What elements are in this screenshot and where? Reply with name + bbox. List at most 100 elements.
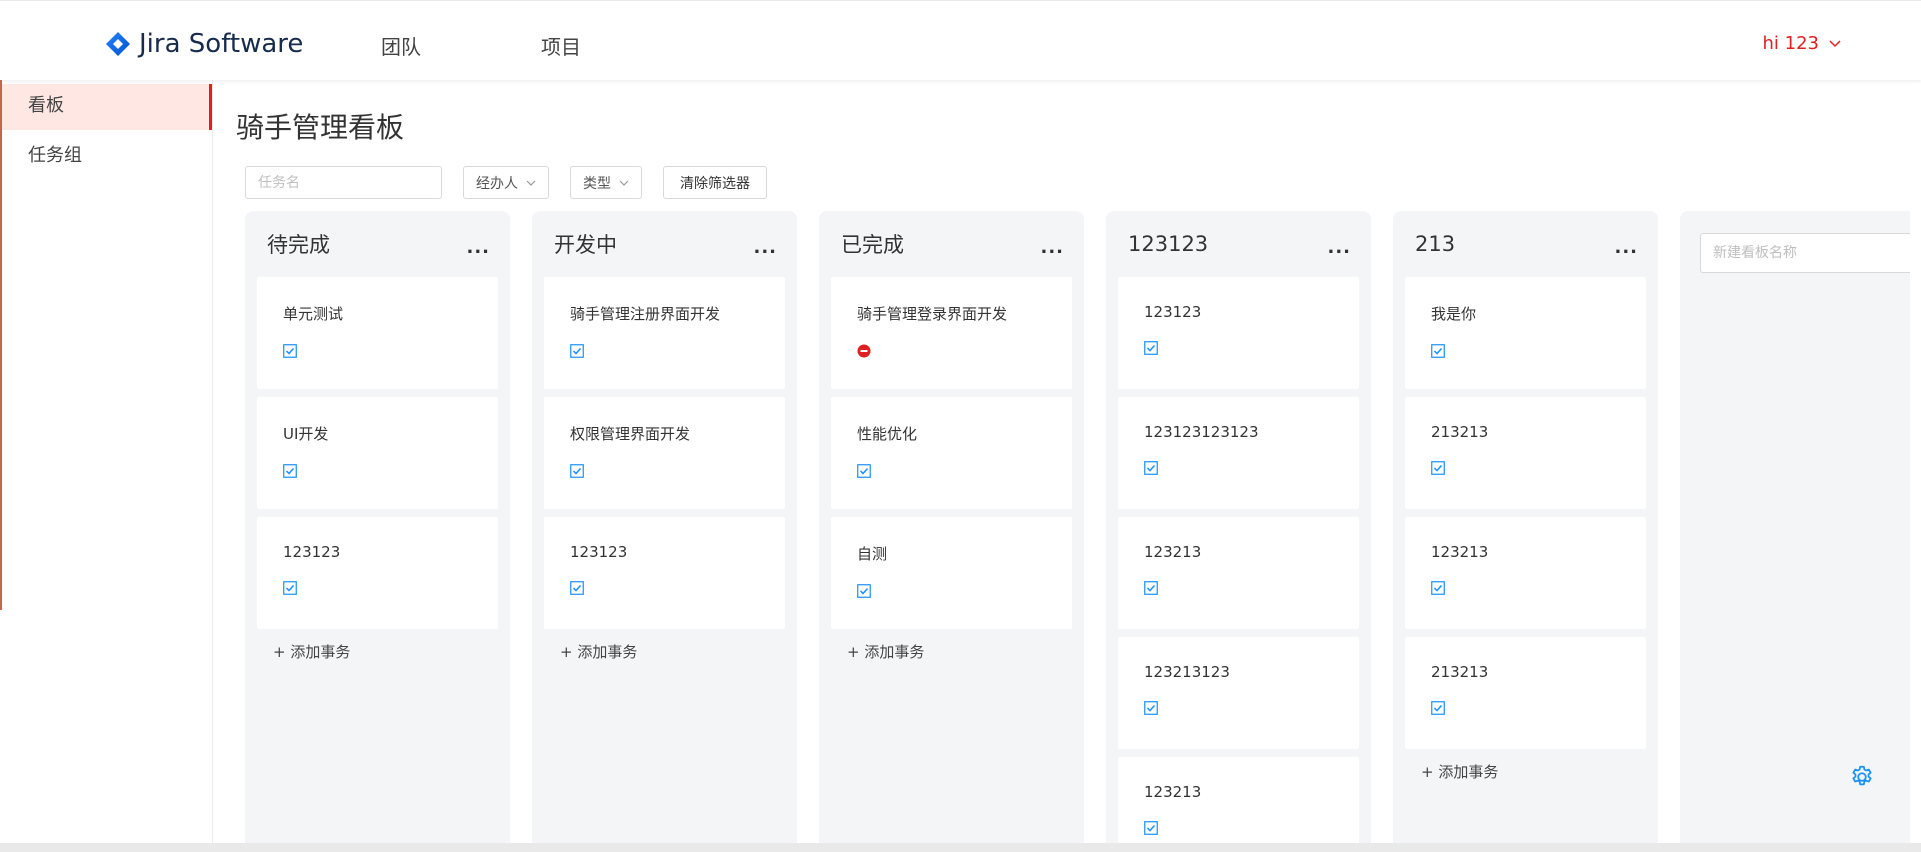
task-checkbox-icon [857,584,871,598]
column-title: 开发中 [554,233,617,257]
column-more-button[interactable]: ... [466,237,490,258]
nav-project[interactable]: 项目 [541,31,581,60]
task-card[interactable]: 单元测试 [257,277,498,389]
task-card[interactable]: UI开发 [257,397,498,509]
bug-icon [857,344,871,358]
task-card[interactable]: 我是你 [1405,277,1646,389]
task-name: 123123 [1144,303,1202,321]
task-card[interactable]: 123123 [1118,277,1359,389]
task-checkbox-icon [1144,341,1158,355]
main-content: 骑手管理看板 经办人 类型 清除筛选器 待完成... 单元测试 UI开发 123123… [214,80,1921,852]
kanban-column: 开发中... 骑手管理注册界面开发 权限管理界面开发 123123 + 添加事务 [532,211,797,852]
task-name: UI开发 [283,425,329,443]
filter-bar: 经办人 类型 清除筛选器 [245,166,767,199]
task-card[interactable]: 自测 [831,517,1072,629]
window-edge [0,80,2,610]
column-more-button[interactable]: ... [753,237,777,258]
task-checkbox-icon [1144,701,1158,715]
chevron-down-icon [1829,39,1841,47]
user-menu[interactable]: hi 123 [1763,33,1842,54]
task-checkbox-icon [857,464,871,478]
new-column-panel [1680,211,1910,852]
task-name: 单元测试 [283,305,344,323]
assignee-select-label: 经办人 [476,175,518,192]
task-name: 自测 [857,545,888,563]
add-task-button[interactable]: + 添加事务 [257,641,498,662]
task-card[interactable]: 骑手管理注册界面开发 [544,277,785,389]
task-card[interactable]: 123213123 [1118,637,1359,749]
column-more-button[interactable]: ... [1614,237,1638,258]
column-title: 123123 [1128,232,1209,256]
column-title: 213 [1415,232,1456,256]
task-card[interactable]: 权限管理界面开发 [544,397,785,509]
task-name: 我是你 [1431,305,1477,323]
task-name: 123123 [283,543,341,561]
task-card[interactable]: 123123 [544,517,785,629]
top-header: Jira Software 团队 项目 hi 123 [0,0,1921,80]
task-name: 213213 [1431,423,1489,441]
task-card[interactable]: 213213 [1405,637,1646,749]
task-card[interactable]: 123123 [257,517,498,629]
task-name: 123213 [1431,543,1489,561]
task-checkbox-icon [1431,461,1445,475]
task-checkbox-icon [283,581,297,595]
task-name: 123213123 [1144,663,1230,681]
add-task-button[interactable]: + 添加事务 [544,641,785,662]
task-name: 123213 [1144,543,1202,561]
column-more-button[interactable]: ... [1327,237,1351,258]
chevron-down-icon [619,180,629,186]
new-column-input[interactable] [1700,233,1910,273]
task-card[interactable]: 123213 [1405,517,1646,629]
task-name-input[interactable] [245,166,442,199]
task-card[interactable]: 123123123123 [1118,397,1359,509]
task-checkbox-icon [570,581,584,595]
task-checkbox-icon [570,464,584,478]
task-checkbox-icon [283,464,297,478]
task-card[interactable]: 213213 [1405,397,1646,509]
kanban-board: 待完成... 单元测试 UI开发 123123 + 添加事务 开发中... 骑手管理注册界面… [245,211,1910,852]
task-card[interactable]: 123213 [1118,757,1359,852]
task-checkbox-icon [1431,701,1445,715]
column-header: 开发中... [544,211,785,277]
app-name: Jira Software [139,29,304,59]
column-header: 待完成... [257,211,498,277]
task-checkbox-icon [1144,581,1158,595]
task-name: 骑手管理登录界面开发 [857,305,1008,323]
jira-diamond-icon [106,32,130,56]
kanban-column: 123123... 123123 123123123123 123213 1232131… [1106,211,1371,852]
task-name: 123213 [1144,783,1202,801]
task-checkbox-icon [1431,581,1445,595]
column-title: 待完成 [267,233,330,257]
jira-logo[interactable]: Jira Software [105,27,303,61]
page-title: 骑手管理看板 [236,111,405,144]
gear-icon[interactable] [1849,764,1875,790]
task-card[interactable]: 性能优化 [831,397,1072,509]
nav-team[interactable]: 团队 [381,31,421,60]
task-name: 骑手管理注册界面开发 [570,305,721,323]
kanban-column: 213... 我是你 213213 123213 213213 + 添加事务 [1393,211,1658,852]
type-select-label: 类型 [583,175,611,192]
type-select[interactable]: 类型 [570,166,642,199]
column-header: 123123... [1118,211,1359,277]
task-card[interactable]: 123213 [1118,517,1359,629]
task-checkbox-icon [570,344,584,358]
task-name: 123123 [570,543,628,561]
task-name: 123123123123 [1144,423,1259,441]
sidebar-item-task-group[interactable]: 任务组 [0,134,212,180]
task-checkbox-icon [1144,461,1158,475]
task-name: 权限管理界面开发 [570,425,691,443]
add-task-button[interactable]: + 添加事务 [831,641,1072,662]
column-more-button[interactable]: ... [1040,237,1064,258]
kanban-column: 待完成... 单元测试 UI开发 123123 + 添加事务 [245,211,510,852]
task-checkbox-icon [1144,821,1158,835]
sidebar-item-kanban[interactable]: 看板 [0,84,212,130]
column-header: 已完成... [831,211,1072,277]
task-name: 性能优化 [857,425,918,443]
chevron-down-icon [526,180,536,186]
task-card[interactable]: 骑手管理登录界面开发 [831,277,1072,389]
add-task-button[interactable]: + 添加事务 [1405,761,1646,782]
column-title: 已完成 [841,233,904,257]
task-checkbox-icon [1431,344,1445,358]
assignee-select[interactable]: 经办人 [463,166,549,199]
clear-filters-button[interactable]: 清除筛选器 [663,166,767,199]
